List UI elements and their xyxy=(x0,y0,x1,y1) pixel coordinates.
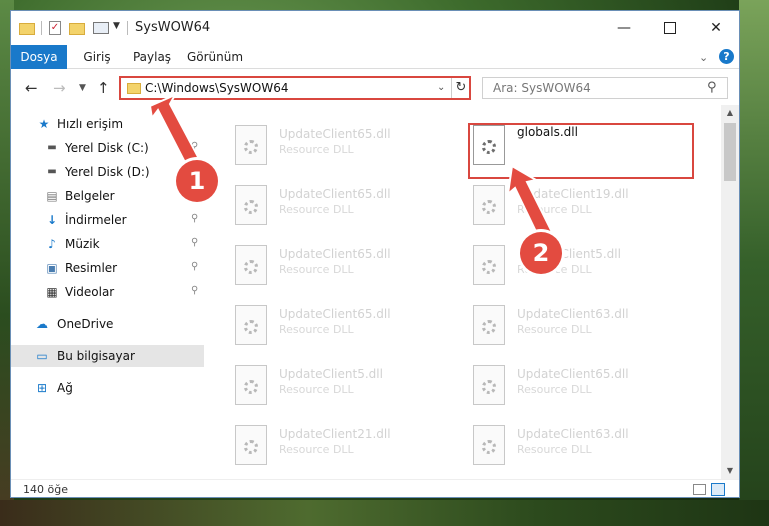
callout-step-2: 2 xyxy=(520,232,562,274)
annotation-arrows xyxy=(148,92,556,244)
callout-step-1: 1 xyxy=(176,160,218,202)
arrow-2 xyxy=(506,164,556,244)
